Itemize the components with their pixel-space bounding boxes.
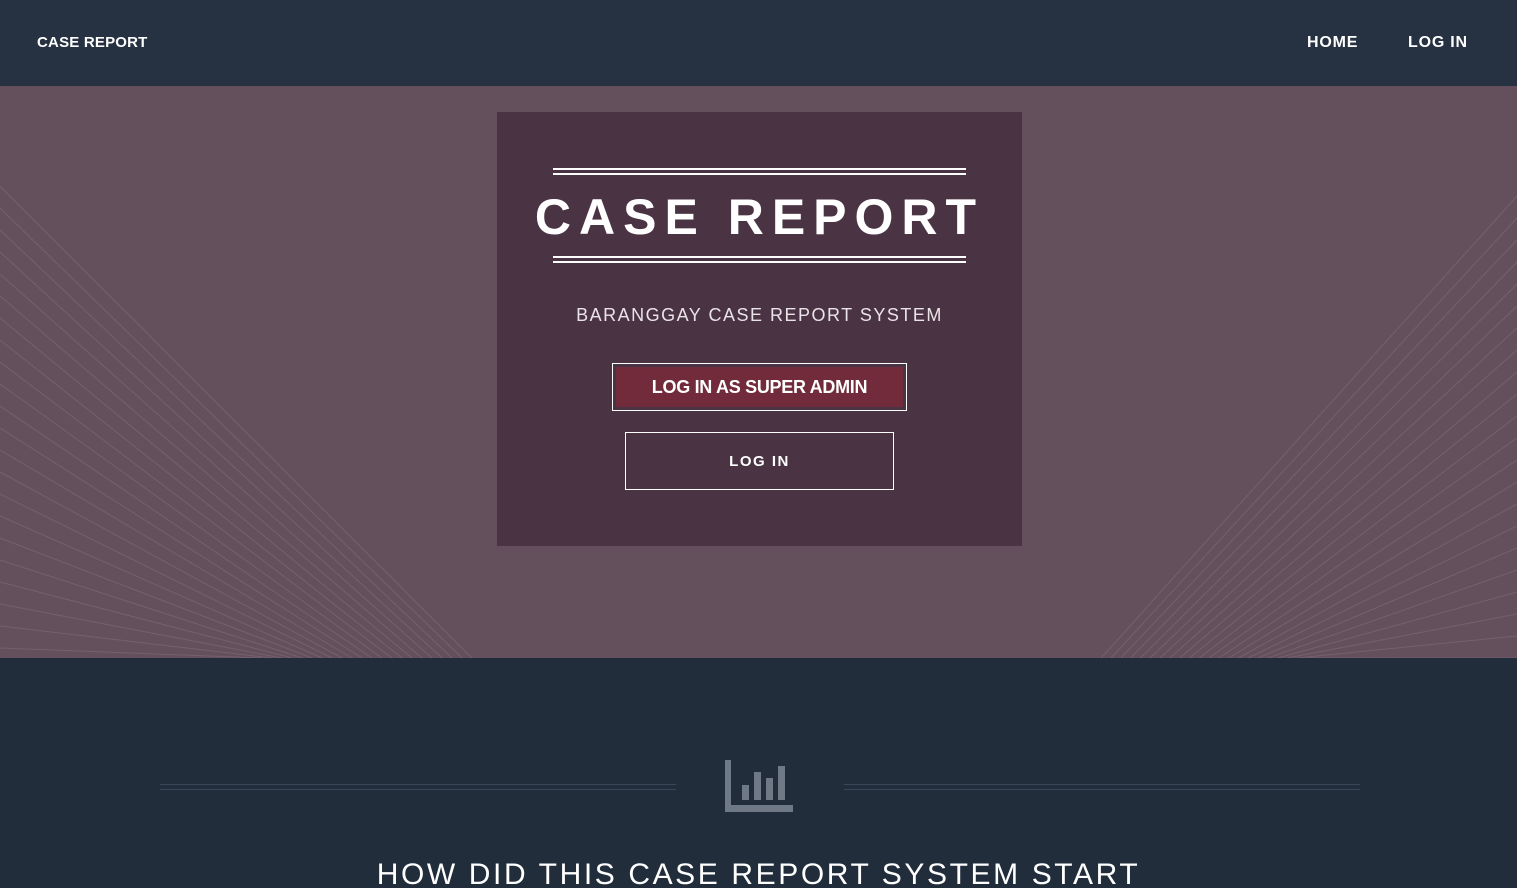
hero-section: CASE REPORT BARANGGAY CASE REPORT SYSTEM… [0, 86, 1517, 658]
bar-chart-icon [725, 760, 793, 812]
divider-left [160, 784, 676, 790]
nav-login-link[interactable]: LOG IN [1408, 34, 1468, 52]
top-navbar: CASE REPORT HOME LOG IN [0, 0, 1517, 86]
hero-title: CASE REPORT [534, 189, 985, 245]
hero-subtitle: BARANGGAY CASE REPORT SYSTEM [576, 305, 943, 325]
super-admin-login-button[interactable]: LOG IN AS SUPER ADMIN [612, 363, 907, 411]
title-rule-top [553, 168, 966, 175]
nav-home-link[interactable]: HOME [1307, 34, 1358, 52]
hero-card: CASE REPORT BARANGGAY CASE REPORT SYSTEM… [497, 112, 1022, 546]
login-button[interactable]: LOG IN [625, 432, 894, 490]
about-section: HOW DID THIS CASE REPORT SYSTEM START [0, 658, 1517, 888]
title-rule-bottom [553, 256, 966, 263]
about-heading: HOW DID THIS CASE REPORT SYSTEM START [376, 858, 1141, 888]
divider-right [844, 784, 1360, 790]
super-admin-login-label: LOG IN AS SUPER ADMIN [616, 367, 903, 407]
brand-link[interactable]: CASE REPORT [37, 34, 148, 51]
